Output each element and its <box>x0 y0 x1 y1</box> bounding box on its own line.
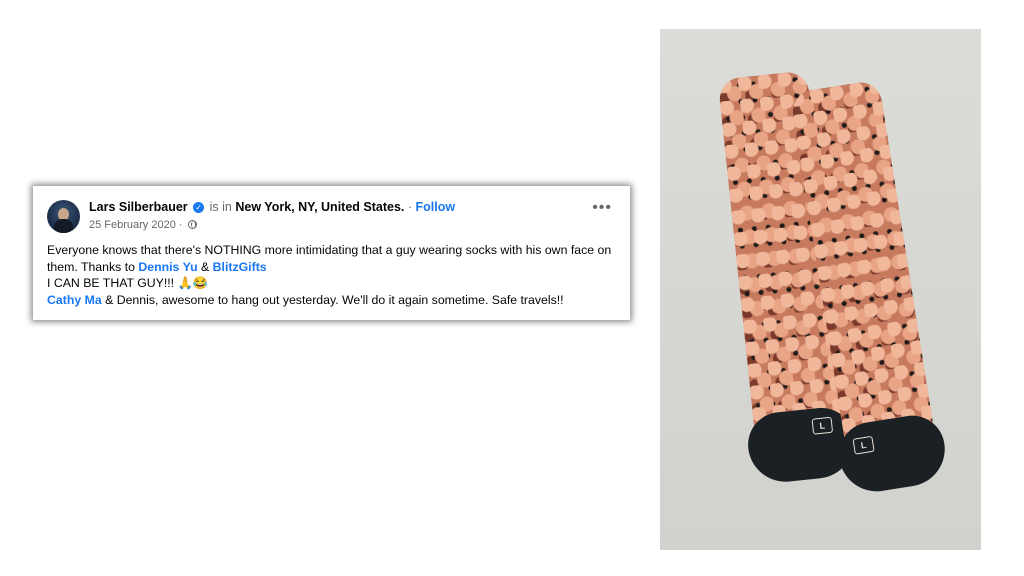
post-text-1: Everyone knows that there's NOTHING more… <box>47 243 612 274</box>
left-sock-logo: L <box>811 416 834 435</box>
meta-separator: · <box>175 219 186 231</box>
follow-button[interactable]: Follow <box>415 200 455 214</box>
post-meta: 25 February 2020 · <box>89 219 197 231</box>
mention-cathy-ma[interactable]: Cathy Ma <box>47 293 102 307</box>
mention-dennis-yu[interactable]: Dennis Yu <box>138 260 197 274</box>
author-name[interactable]: Lars Silberbauer <box>89 200 188 214</box>
post-paragraph-1: Everyone knows that there's NOTHING more… <box>47 242 617 275</box>
post-text-3: & Dennis, awesome to hang out yesterday.… <box>101 292 564 307</box>
post-paragraph-3: Cathy Ma & Dennis, awesome to hang out y… <box>47 292 617 309</box>
mention-blitzgifts[interactable]: BlitzGifts <box>213 260 267 274</box>
location-link[interactable]: New York, NY, United States. <box>235 200 404 214</box>
verified-badge-icon: ✓ <box>193 202 205 213</box>
post-date[interactable]: 25 February 2020 <box>89 219 176 231</box>
post-header: Lars Silberbauer ✓ is in New York, NY, U… <box>89 200 455 214</box>
avatar-body <box>54 219 73 233</box>
socks-photo: L L <box>660 29 981 550</box>
globe-icon <box>187 220 197 229</box>
facebook-post-card: Lars Silberbauer ✓ is in New York, NY, U… <box>33 186 630 320</box>
post-paragraph-2: I CAN BE THAT GUY!!! 🙏😂 <box>47 276 209 291</box>
header-separator: · <box>404 200 416 214</box>
more-options-icon[interactable]: ••• <box>592 200 612 216</box>
post-body: Everyone knows that there's NOTHING more… <box>47 242 617 308</box>
is-in-text: is in <box>209 200 232 214</box>
post-text-amp: & <box>197 259 213 274</box>
right-sock-logo: L <box>852 435 875 455</box>
right-sock-toe <box>834 410 951 497</box>
author-avatar[interactable] <box>47 200 80 233</box>
